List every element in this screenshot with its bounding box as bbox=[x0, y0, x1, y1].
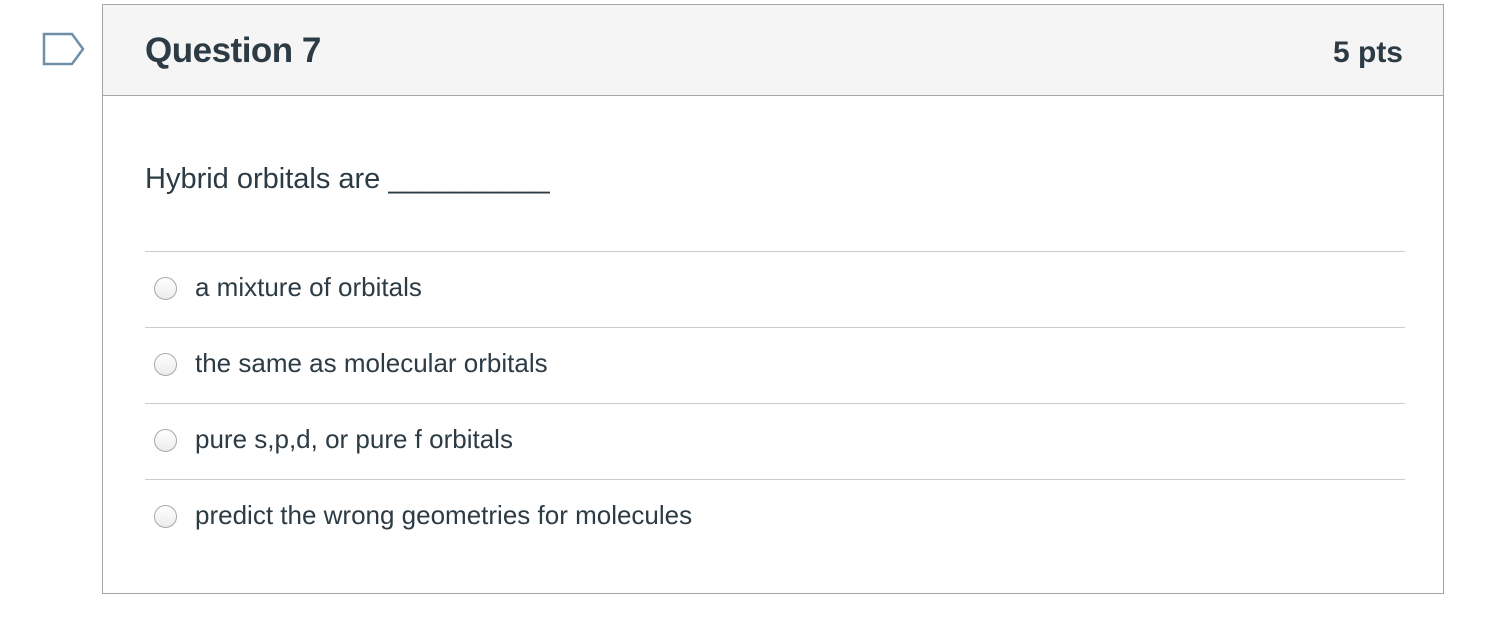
answer-option[interactable]: predict the wrong geometries for molecul… bbox=[145, 479, 1405, 555]
radio-button[interactable] bbox=[154, 277, 177, 300]
question-points: 5 pts bbox=[1332, 36, 1403, 69]
answer-option[interactable]: the same as molecular orbitals bbox=[145, 327, 1405, 403]
answer-label: the same as molecular orbitals bbox=[195, 348, 548, 378]
radio-button[interactable] bbox=[154, 353, 177, 376]
question-text: Hybrid orbitals are __________ bbox=[145, 163, 550, 195]
answer-label: a mixture of orbitals bbox=[195, 272, 422, 302]
answer-option[interactable]: pure s,p,d, or pure f orbitals bbox=[145, 403, 1405, 479]
answer-list: a mixture of orbitals the same as molecu… bbox=[145, 251, 1405, 555]
question-card: Question 7 5 pts Hybrid orbitals are ___… bbox=[102, 4, 1444, 594]
question-title: Question 7 bbox=[145, 31, 321, 70]
radio-button[interactable] bbox=[154, 505, 177, 528]
answer-label: pure s,p,d, or pure f orbitals bbox=[195, 424, 513, 454]
question-header: Question 7 5 pts bbox=[103, 5, 1443, 96]
quiz-page: Question 7 5 pts Hybrid orbitals are ___… bbox=[0, 0, 1492, 622]
radio-button[interactable] bbox=[154, 429, 177, 452]
flag-question-icon[interactable] bbox=[42, 32, 86, 66]
answer-option[interactable]: a mixture of orbitals bbox=[145, 251, 1405, 327]
answer-label: predict the wrong geometries for molecul… bbox=[195, 500, 693, 530]
